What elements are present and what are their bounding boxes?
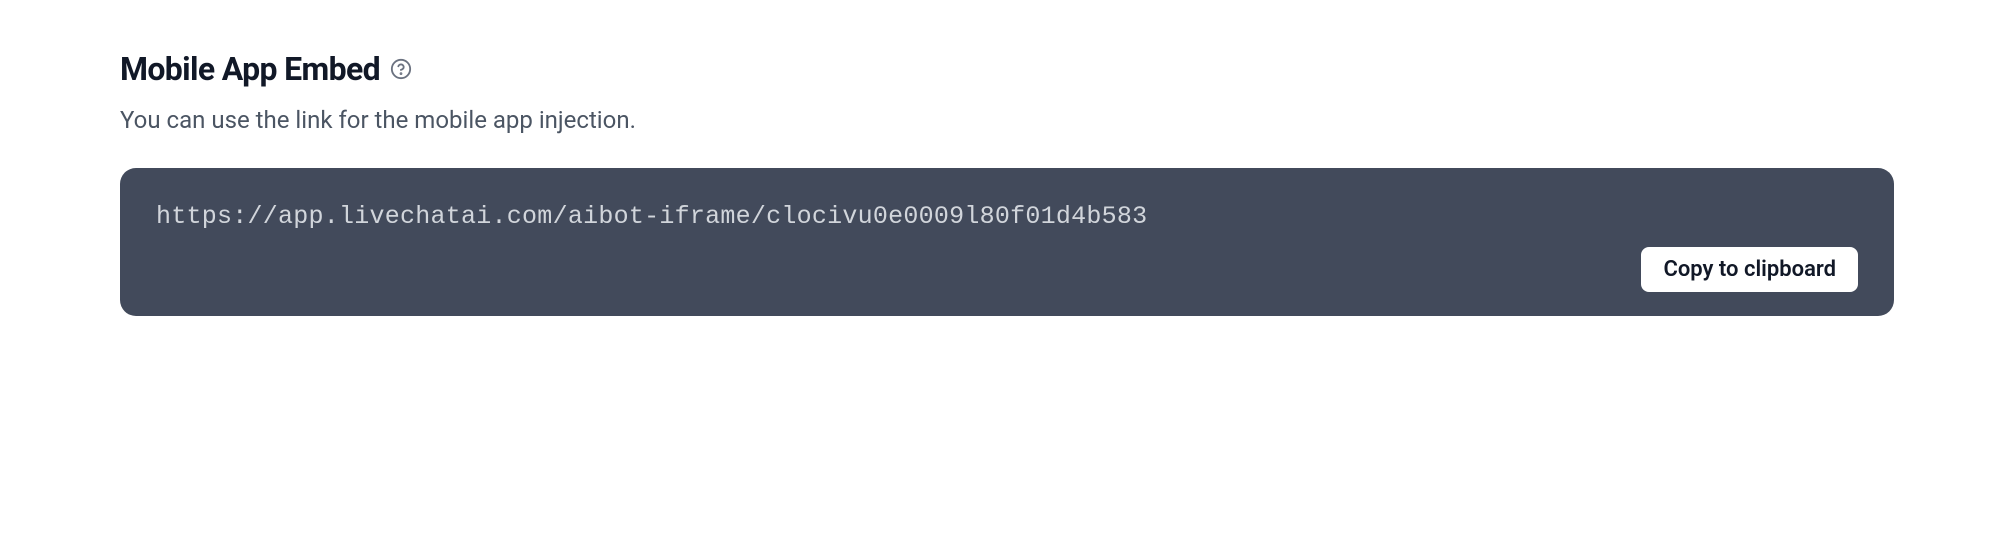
button-row: Copy to clipboard (156, 247, 1858, 292)
copy-to-clipboard-button[interactable]: Copy to clipboard (1641, 247, 1858, 292)
help-icon[interactable] (390, 58, 412, 80)
embed-url-text: https://app.livechatai.com/aibot-iframe/… (156, 202, 1858, 231)
section-header: Mobile App Embed (120, 50, 1894, 88)
section-description: You can use the link for the mobile app … (120, 106, 1894, 134)
embed-code-block: https://app.livechatai.com/aibot-iframe/… (120, 168, 1894, 316)
section-title: Mobile App Embed (120, 50, 380, 88)
